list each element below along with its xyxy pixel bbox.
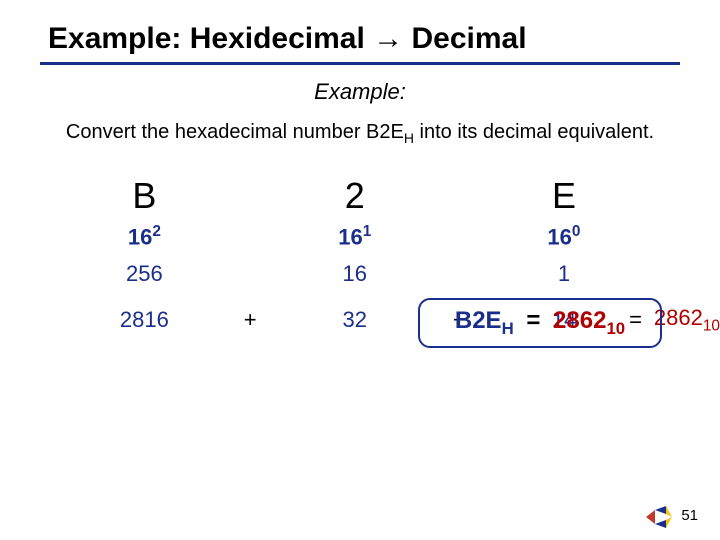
prompt-part-a: Convert the hexadecimal number B2E	[66, 121, 404, 143]
slide-title: Example: Hexidecimal → Decimal	[0, 0, 720, 62]
product-1: 32	[302, 305, 408, 335]
hex-digit-0: B	[90, 175, 199, 223]
title-rule	[40, 62, 680, 65]
answer-box: B2EH = 286210	[418, 298, 662, 348]
power-2: 160	[511, 223, 617, 260]
prompt-subscript: H	[404, 130, 414, 146]
decimal-result: 286210	[654, 305, 720, 335]
product-0: 2816	[90, 305, 199, 335]
pltw-logo-icon	[646, 506, 672, 528]
answer-eq: =	[520, 307, 546, 334]
example-label: Example:	[0, 79, 720, 105]
plus-0: +	[199, 305, 302, 335]
answer-dec: 286210	[553, 307, 625, 334]
placevalue-0: 256	[90, 261, 199, 305]
hex-digit-1: 2	[302, 175, 408, 223]
power-1: 161	[302, 223, 408, 260]
answer-hex: B2EH	[455, 307, 514, 334]
hex-digit-2: E	[511, 175, 617, 223]
power-0: 162	[90, 223, 199, 260]
placevalue-1: 16	[302, 261, 408, 305]
prompt-part-b: into its decimal equivalent.	[414, 121, 654, 143]
prompt-text: Convert the hexadecimal number B2EH into…	[56, 119, 664, 147]
page-number: 51	[681, 507, 698, 524]
